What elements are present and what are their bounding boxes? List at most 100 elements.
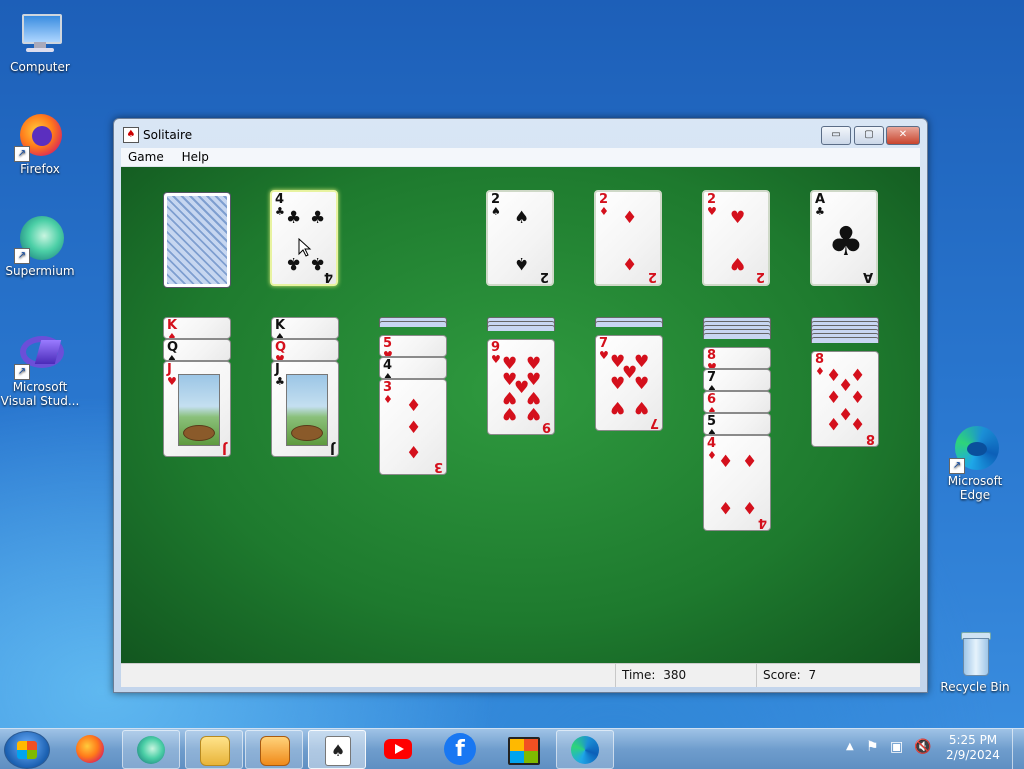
taskbar-store[interactable] (494, 730, 550, 767)
youtube-icon (384, 739, 412, 759)
card-suit-small: ♥ (599, 349, 609, 362)
taskbar-facebook[interactable]: f (432, 730, 488, 767)
card-rank-bottom: 7 (649, 415, 659, 430)
tableau-6-card[interactable]: 7 ♠ (703, 369, 771, 391)
tableau-6-card[interactable]: 6 ♦ (703, 391, 771, 413)
tableau-1-card[interactable]: Q ♠ (163, 339, 231, 361)
card-suit-small: ♠ (707, 427, 717, 435)
tableau-6-card[interactable]: 4 ♦ ♦ ♦ ♦ ♦ 4 (703, 435, 771, 531)
menu-game[interactable]: Game (121, 148, 171, 166)
score-display: Score: 7 (756, 664, 913, 687)
title-bar[interactable]: ♠ Solitaire ▭ ▢ ✕ (114, 119, 927, 149)
tableau-2-card[interactable]: J ♣ J (271, 361, 339, 457)
card-rank-bottom: 2 (539, 269, 549, 284)
visual-studio-icon: ↗ (14, 330, 64, 380)
card-rank-bottom: 2 (647, 269, 657, 284)
card-suit-small: ♥ (707, 205, 717, 218)
card-rank-bottom: J (330, 441, 335, 456)
card-pip: ♦ (622, 253, 638, 273)
card-pip: ♦ (406, 441, 422, 461)
card-suit-small: ♣ (275, 375, 285, 388)
taskbar-firefox[interactable] (62, 730, 118, 767)
taskbar-solitaire[interactable]: ♠ (308, 730, 366, 769)
clock-time: 5:25 PM (948, 733, 998, 747)
card-suit-small: ♦ (383, 393, 393, 406)
foundation-4[interactable]: A ♣ ♣ A (810, 190, 878, 286)
face-down-card (379, 321, 447, 327)
supermium-icon (137, 736, 165, 764)
desktop-icon-supermium[interactable]: ↗ Supermium (0, 214, 80, 278)
taskbar-file-explorer[interactable] (185, 730, 243, 769)
minimize-button[interactable]: ▭ (821, 126, 851, 145)
desktop-icon-recycle-bin[interactable]: Recycle Bin (935, 630, 1015, 694)
foundation-1[interactable]: 2 ♠ ♠ ♠ 2 (486, 190, 554, 286)
tableau-4-card[interactable]: 9 ♥ ♥ ♥ ♥ ♥ ♥ ♥ ♥ ♥ ♥ 9 (487, 339, 555, 435)
recycle-bin-icon (951, 630, 999, 678)
card-suit-small: ♦ (707, 449, 717, 462)
desktop-icon-visual-studio[interactable]: ↗ Microsoft Visual Stud... (0, 330, 80, 408)
card-pip: ♥ (634, 374, 650, 394)
media-player-icon (260, 736, 290, 766)
stock-pile[interactable] (163, 192, 231, 288)
cards-layer: 4 ♣ ♣ ♣ ♣ ♣ 4 2 ♠ ♠ ♠ 2 2 ♦ ♦ ♦ 2 2 ♥ ♥ ♥ 2 A ♣ ♣ A K ♦ Q ♠ J ♥ J K ♠ Q ♥ J ♣ J… (121, 167, 920, 663)
shortcut-arrow-icon: ↗ (14, 364, 30, 380)
card-suit-small: ♠ (167, 353, 177, 361)
network-icon[interactable]: ▣ (890, 739, 903, 755)
desktop-icon-computer[interactable]: Computer (0, 10, 80, 74)
face-card-art (286, 374, 328, 446)
tableau-3-card[interactable]: 3 ♦ ♦ ♦ ♦ 3 (379, 379, 447, 475)
desktop-icon-firefox[interactable]: ↗ Firefox (0, 112, 80, 176)
card-pip: ♥ (502, 403, 518, 423)
tableau-5-card[interactable]: 7 ♥ ♥ ♥ ♥ ♥ ♥ ♥ ♥ 7 (595, 335, 663, 431)
face-card-art (178, 374, 220, 446)
desktop-icon-label: Supermium (5, 264, 75, 278)
facebook-icon: f (444, 733, 476, 765)
card-suit-small: ♥ (707, 361, 717, 369)
taskbar-supermium[interactable] (122, 730, 180, 769)
edge-icon (571, 736, 599, 764)
firefox-icon (76, 735, 104, 763)
desktop-icon-label: Microsoft Edge (947, 474, 1003, 502)
card-rank-bottom: 8 (865, 431, 875, 446)
tableau-1-card[interactable]: K ♦ (163, 317, 231, 339)
start-button[interactable] (4, 731, 50, 769)
tableau-2-card[interactable]: Q ♥ (271, 339, 339, 361)
taskbar-edge[interactable] (556, 730, 614, 769)
card-suit-small: ♥ (167, 375, 177, 388)
clock-date: 2/9/2024 (946, 748, 1000, 762)
card-pip: ♣ (286, 208, 302, 228)
tableau-7-card[interactable]: 8 ♦ ♦ ♦ ♦ ♦ ♦ ♦ ♦ ♦ 8 (811, 351, 879, 447)
foundation-2[interactable]: 2 ♦ ♦ ♦ 2 (594, 190, 662, 286)
tableau-1-card[interactable]: J ♥ J (163, 361, 231, 457)
volume-muted-icon[interactable]: 🔇 (914, 739, 931, 755)
solitaire-window: ♠ Solitaire ▭ ▢ ✕ Game Help 4 ♣ ♣ ♣ ♣ ♣ 4 2 ♠ ♠ ♠ 2… (113, 118, 928, 693)
computer-icon (16, 10, 64, 58)
close-button[interactable]: ✕ (886, 126, 920, 145)
desktop-icon-edge[interactable]: ↗ Microsoft Edge (935, 424, 1015, 502)
show-desktop-button[interactable] (1012, 729, 1024, 769)
taskbar-youtube[interactable] (370, 730, 426, 767)
show-hidden-icons-icon[interactable]: ▲ (846, 741, 854, 752)
tableau-3-card[interactable]: 5 ♥ (379, 335, 447, 357)
card-pip: ♦ (622, 208, 638, 228)
card-center-pip: ♣ (828, 219, 864, 265)
card-pip: ♥ (730, 253, 746, 273)
solitaire-icon: ♠ (325, 736, 351, 766)
card-rank-bottom: 4 (757, 515, 767, 530)
tableau-6-card[interactable]: 5 ♠ (703, 413, 771, 435)
tableau-2-card[interactable]: K ♠ (271, 317, 339, 339)
card-suit-small: ♣ (815, 205, 825, 218)
window-title: Solitaire (143, 128, 193, 142)
shortcut-arrow-icon: ↗ (14, 146, 30, 162)
taskbar-media-player[interactable] (245, 730, 303, 769)
tableau-6-card[interactable]: 8 ♥ (703, 347, 771, 369)
foundation-3[interactable]: 2 ♥ ♥ ♥ 2 (702, 190, 770, 286)
menu-help[interactable]: Help (175, 148, 216, 166)
maximize-button[interactable]: ▢ (854, 126, 884, 145)
face-down-card (703, 333, 771, 339)
clock[interactable]: 5:25 PM 2/9/2024 (940, 733, 1006, 763)
action-center-flag-icon[interactable]: ⚑ (866, 739, 879, 755)
tableau-3-card[interactable]: 4 ♠ (379, 357, 447, 379)
score-value: 7 (808, 668, 817, 682)
game-board[interactable]: 4 ♣ ♣ ♣ ♣ ♣ 4 2 ♠ ♠ ♠ 2 2 ♦ ♦ ♦ 2 2 ♥ ♥ ♥ 2 A ♣ ♣ A K ♦ Q ♠ J ♥ J K ♠ Q ♥ J ♣ J… (121, 167, 920, 663)
